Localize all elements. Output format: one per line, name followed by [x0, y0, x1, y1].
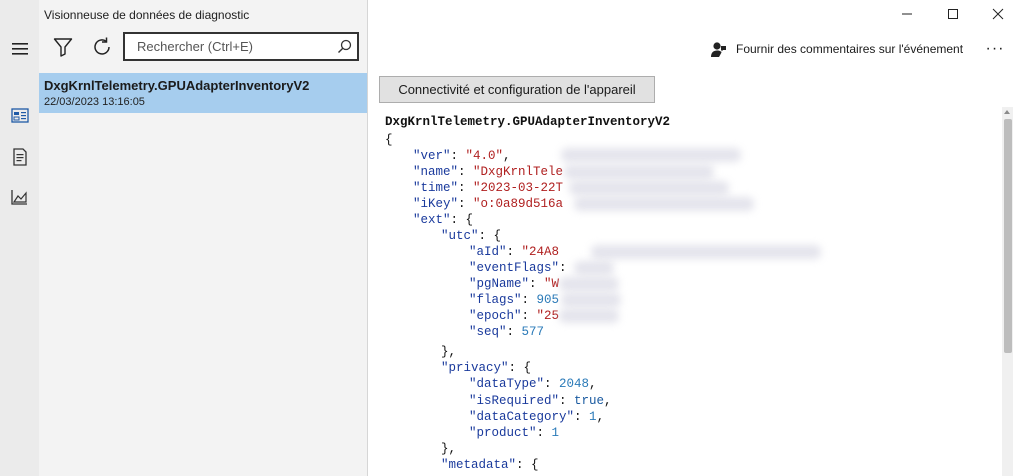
json-line: "iKey": "o:0a89d516a [413, 197, 564, 211]
list-item[interactable]: DxgKrnlTelemetry.GPUAdapterInventoryV2 2… [39, 73, 367, 113]
json-value: 905 [536, 293, 560, 307]
json-value: 1 [551, 426, 560, 440]
category-button[interactable]: Connectivité et configuration de l'appar… [379, 76, 655, 103]
hamburger-icon [11, 43, 28, 55]
redaction-blur [561, 148, 741, 162]
json-line: "flags": 905 [469, 293, 560, 307]
json-value: true [574, 394, 605, 408]
redaction-blur [564, 165, 714, 179]
minimize-icon [902, 13, 912, 15]
json-line: "metadata": { [441, 458, 539, 472]
scrollbar-thumb[interactable] [1004, 119, 1012, 353]
filter-icon [53, 38, 73, 57]
json-line: "dataType": 2048, [469, 377, 597, 391]
json-key: "seq" [469, 325, 507, 339]
json-value: "24A8 [521, 245, 560, 259]
json-key: "utc" [441, 229, 479, 243]
search-box[interactable] [123, 32, 359, 61]
refresh-button[interactable] [89, 34, 115, 60]
json-line: "isRequired": true, [469, 394, 612, 408]
json-value: "4.0" [465, 149, 504, 163]
json-line: "ext": { [413, 213, 474, 227]
json-line: "privacy": { [441, 361, 532, 375]
json-value: "25 [536, 309, 560, 323]
json-key: "iKey" [413, 197, 459, 211]
nav-rail [0, 0, 39, 476]
json-line: "time": "2023-03-22T [413, 181, 564, 195]
redaction-blur [561, 293, 621, 307]
json-line: { [385, 132, 393, 148]
chart-icon [11, 190, 27, 205]
json-line: "dataCategory": 1, [469, 410, 605, 424]
json-key: "epoch" [469, 309, 522, 323]
json-key: "isRequired" [469, 394, 560, 408]
json-line: "name": "DxgKrnlTele [413, 165, 564, 179]
nav-problem-reports-button[interactable] [0, 139, 39, 175]
data-viewer-icon [10, 108, 29, 123]
redaction-blur [574, 197, 754, 211]
hamburger-menu-button[interactable] [0, 31, 39, 67]
json-line: "product": 1 [469, 426, 560, 440]
json-key: "aId" [469, 245, 507, 259]
redaction-blur [591, 245, 821, 259]
minimize-button[interactable] [884, 0, 930, 28]
json-key: "dataType" [469, 377, 545, 391]
json-key: "ext" [413, 213, 451, 227]
json-value: "W [544, 277, 560, 291]
json-line: "aId": "24A8 [469, 245, 560, 259]
maximize-icon [948, 9, 958, 19]
json-line: "eventFlags": [469, 261, 567, 275]
json-value: "o:0a89d516a [473, 197, 564, 211]
json-line: "ver": "4.0", [413, 149, 511, 163]
json-value: 2048 [559, 377, 590, 391]
event-timestamp: 22/03/2023 13:16:05 [44, 96, 145, 108]
more-options-button[interactable]: ··· [982, 38, 1008, 60]
json-line: }, [441, 442, 457, 456]
close-button[interactable] [975, 0, 1013, 28]
json-brace: { [385, 133, 393, 147]
json-value: 1 [589, 410, 597, 424]
nav-stats-button[interactable] [0, 179, 39, 215]
json-line: }, [441, 345, 457, 359]
vertical-scrollbar[interactable] [1002, 107, 1013, 476]
event-json-view: DxgKrnlTelemetry.GPUAdapterInventoryV2 {… [369, 107, 1002, 476]
redaction-blur [569, 181, 729, 195]
json-key: "privacy" [441, 361, 509, 375]
json-line: "epoch": "25 [469, 309, 560, 323]
json-key: "ver" [413, 149, 451, 163]
json-key: "name" [413, 165, 459, 179]
json-value: 577 [521, 325, 545, 339]
feedback-button[interactable]: Fournir des commentaires sur l'événement [710, 38, 963, 60]
json-line: "pgName": "W [469, 277, 560, 291]
json-key: "dataCategory" [469, 410, 575, 424]
maximize-button[interactable] [930, 0, 976, 28]
app-title: Visionneuse de données de diagnostic [44, 8, 250, 22]
json-value: "2023-03-22T [473, 181, 564, 195]
json-line: "utc": { [441, 229, 502, 243]
search-input[interactable] [137, 34, 337, 59]
close-icon [992, 8, 1004, 20]
filter-button[interactable] [50, 34, 76, 60]
json-key: "time" [413, 181, 459, 195]
json-key: "pgName" [469, 277, 530, 291]
json-line: "seq": 577 [469, 325, 545, 339]
scroll-up-arrow-icon[interactable] [1004, 110, 1010, 114]
redaction-blur [559, 309, 619, 323]
redaction-blur [559, 277, 619, 291]
nav-diagnostic-data-button[interactable] [0, 98, 39, 134]
report-icon [12, 148, 27, 166]
event-name: DxgKrnlTelemetry.GPUAdapterInventoryV2 [44, 78, 310, 93]
event-json-title: DxgKrnlTelemetry.GPUAdapterInventoryV2 [385, 115, 671, 129]
json-key: "flags" [469, 293, 522, 307]
feedback-label: Fournir des commentaires sur l'événement [736, 42, 964, 56]
json-key: "product" [469, 426, 537, 440]
json-key: "eventFlags" [469, 261, 560, 275]
json-key: "metadata" [441, 458, 517, 472]
feedback-person-icon [711, 41, 726, 57]
event-list-panel [39, 0, 368, 476]
search-icon[interactable] [337, 39, 352, 54]
refresh-icon [94, 37, 110, 55]
json-value: "DxgKrnlTele [473, 165, 564, 179]
redaction-blur [574, 261, 614, 275]
